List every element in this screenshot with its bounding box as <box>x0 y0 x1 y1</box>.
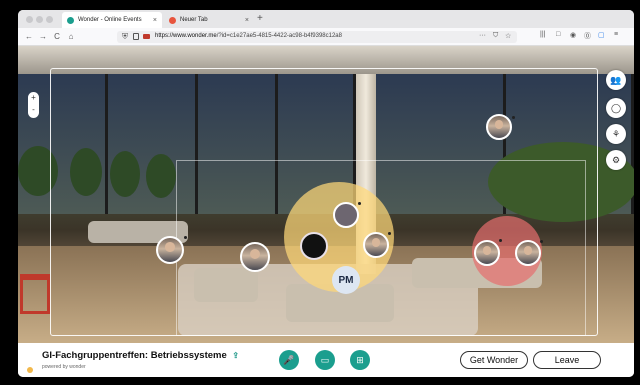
red-chair <box>20 274 50 314</box>
bookmark-star-icon[interactable]: ☆ <box>505 32 511 40</box>
back-button[interactable]: ← <box>24 31 34 42</box>
firefox-favicon-icon <box>169 16 176 24</box>
get-wonder-button[interactable]: Get Wonder <box>460 351 528 369</box>
tab-label: Wonder - Online Events <box>78 17 142 23</box>
window-minimize-dot[interactable] <box>36 16 43 23</box>
event-title: GI-Fachgruppentreffen: Betriebssysteme ⇪ <box>42 350 239 361</box>
home-button[interactable]: ⌂ <box>66 31 76 42</box>
leave-button[interactable]: Leave <box>533 351 601 369</box>
window-close-dot[interactable] <box>26 16 33 23</box>
chat-icon[interactable]: ◯ <box>606 98 626 118</box>
new-tab-button[interactable]: + <box>257 13 263 24</box>
camera-permission-icon[interactable] <box>143 34 150 39</box>
forward-button[interactable]: → <box>38 31 48 42</box>
library-icon[interactable]: ||| <box>540 31 545 38</box>
url-bar[interactable]: ⛨ https://www.wonder.me/?id=c1e27ae5-481… <box>117 31 517 43</box>
share-icon[interactable]: ⇪ <box>232 351 239 360</box>
status-dot <box>540 240 543 243</box>
reactions-icon[interactable]: ⚘ <box>606 124 626 144</box>
event-title-text: GI-Fachgruppentreffen: Betriebssysteme <box>42 350 227 361</box>
lock-icon[interactable] <box>133 33 139 40</box>
tab-close-icon[interactable]: × <box>153 17 157 24</box>
zoom-control: + - <box>28 92 39 118</box>
tracking-shield-icon[interactable]: ⛨ <box>122 32 128 42</box>
own-avatar[interactable]: PM <box>332 266 360 294</box>
screenshot-icon[interactable]: ▢ <box>598 31 605 39</box>
tab-new-tab[interactable]: Neuer Tab × <box>164 12 254 28</box>
participant-avatar[interactable] <box>515 240 541 266</box>
status-dot <box>499 239 502 242</box>
status-dot <box>184 236 187 239</box>
zoom-out-button[interactable]: - <box>28 104 39 116</box>
status-dot <box>358 202 361 205</box>
tab-wonder[interactable]: Wonder - Online Events × <box>62 12 162 28</box>
url-host: https://www.wonder.me <box>155 33 217 39</box>
participant-avatar[interactable] <box>300 232 328 260</box>
event-bottom-bar: GI-Fachgruppentreffen: Betriebssysteme ⇪… <box>18 343 634 377</box>
people-icon[interactable]: 👥 <box>606 70 626 90</box>
window-maximize-dot[interactable] <box>46 16 53 23</box>
sidebar-icon[interactable]: □ <box>556 31 560 38</box>
participant-avatar[interactable] <box>240 242 270 272</box>
wonder-favicon-icon <box>67 16 74 24</box>
page-actions-button[interactable]: ··· <box>479 32 486 39</box>
powered-by-text: powered by wonder <box>42 364 86 370</box>
extension-icon[interactable]: ◉ <box>570 31 576 39</box>
participant-avatar[interactable] <box>486 114 512 140</box>
url-text: https://www.wonder.me/?id=c1e27ae5-4815-… <box>155 33 342 39</box>
wonder-room-canvas[interactable]: + - 👥 ◯ ⚘ ⚙ PM <box>18 46 634 343</box>
zoom-in-button[interactable]: + <box>28 92 39 104</box>
pocket-icon[interactable]: ⛉ <box>493 32 498 40</box>
participant-avatar[interactable] <box>156 236 184 264</box>
camera-button[interactable]: ▭ <box>315 350 335 370</box>
account-icon[interactable]: ⓪ <box>584 31 591 41</box>
settings-gear-icon[interactable]: ⚙ <box>606 150 626 170</box>
reload-button[interactable]: C <box>52 31 62 42</box>
tab-close-icon[interactable]: × <box>245 17 249 24</box>
tab-bar: Wonder - Online Events × Neuer Tab × + <box>18 10 634 28</box>
status-dot <box>512 116 515 119</box>
participant-avatar[interactable] <box>333 202 359 228</box>
tab-label: Neuer Tab <box>180 17 208 23</box>
status-dot <box>388 232 391 235</box>
navigation-bar: ← → C ⌂ ⛨ https://www.wonder.me/?id=c1e2… <box>18 28 634 46</box>
wonder-logo-icon <box>27 367 33 373</box>
menu-icon[interactable]: ≡ <box>614 31 618 38</box>
browser-window: Wonder - Online Events × Neuer Tab × + ←… <box>18 10 634 377</box>
participant-avatar[interactable] <box>474 240 500 266</box>
microphone-button[interactable]: 🎤 <box>279 350 299 370</box>
screenshare-button[interactable]: ⊞ <box>350 350 370 370</box>
url-path: /?id=c1e27ae5-4815-4422-ac98-b4f9398c12a… <box>216 33 342 39</box>
participant-avatar[interactable] <box>363 232 389 258</box>
